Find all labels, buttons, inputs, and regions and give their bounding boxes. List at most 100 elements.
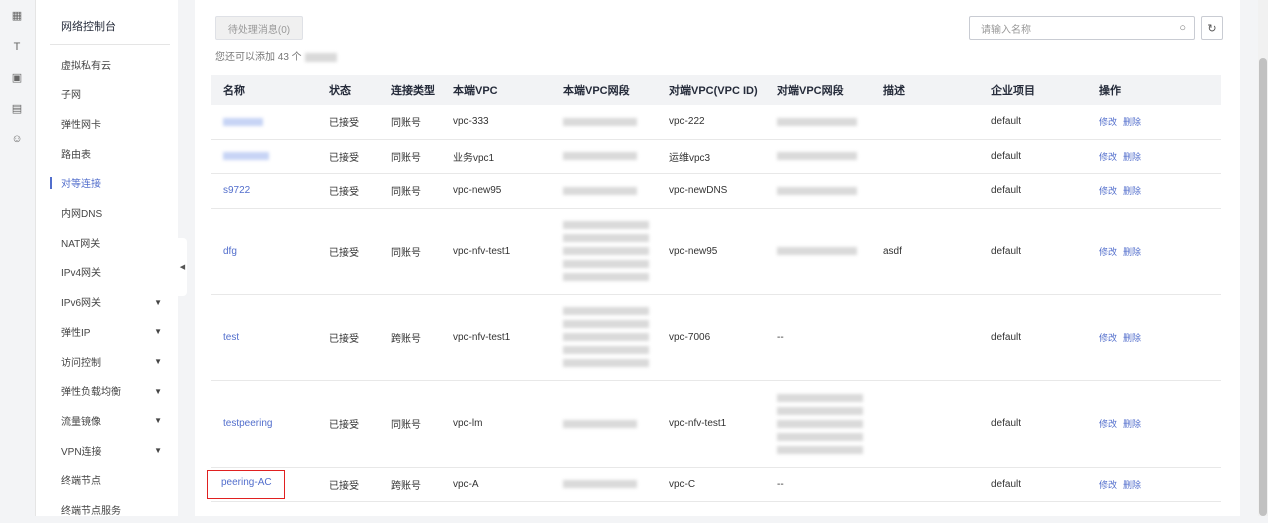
sidebar-item-label: 弹性网卡 — [61, 119, 101, 131]
sidebar-item[interactable]: 路由表 — [36, 140, 178, 166]
sidebar-item[interactable]: 弹性IP ▼ — [36, 318, 178, 344]
sidebar-item[interactable]: VPN连接 ▼ — [36, 437, 178, 463]
peering-name-link[interactable]: testpeering — [211, 380, 317, 468]
pending-messages-button[interactable]: 待处理消息(0) — [215, 16, 303, 40]
table-row: test 已接受 跨账号 vpc-nfv-test1 vpc-7006 -- default… — [211, 294, 1221, 381]
refresh-button[interactable]: ↻ — [1201, 16, 1223, 40]
peering-name-link[interactable]: peering-AC — [207, 467, 317, 502]
table-row: peering-AC 已接受 跨账号 vpc-A vpc-C -- default 修改 删除 — [207, 467, 1221, 502]
local-vpc-cell: vpc-new95 — [441, 173, 551, 209]
sidebar-item[interactable]: NAT网关 — [36, 229, 178, 255]
column-header: 状态 — [317, 75, 379, 105]
local-cidr-cell — [551, 105, 657, 140]
sidebar-item[interactable]: IPv6网关 ▼ — [36, 289, 178, 315]
sidebar-item[interactable]: 内网DNS — [36, 200, 178, 226]
table-row: 已接受 同账号 vpc-333 vpc-222 default 修改 删除 — [211, 105, 1221, 140]
description-cell — [871, 173, 979, 209]
sidebar-item[interactable]: 访问控制 ▼ — [36, 348, 178, 374]
modify-link[interactable]: 修改 — [1099, 333, 1117, 343]
column-header: 对端VPC(VPC ID) — [657, 75, 765, 105]
peer-vpc-cell: vpc-C — [657, 467, 765, 502]
sidebar-item-label: 路由表 — [61, 149, 91, 161]
redacted-block — [777, 117, 857, 126]
highlighted-name[interactable]: peering-AC — [207, 469, 285, 499]
delete-link[interactable]: 删除 — [1123, 333, 1141, 343]
search-icon[interactable]: ○ — [1179, 22, 1186, 34]
delete-link[interactable]: 删除 — [1123, 480, 1141, 490]
peering-name-link[interactable]: test — [211, 294, 317, 381]
picture-icon[interactable]: ▤ — [10, 101, 24, 115]
modify-link[interactable]: 修改 — [1099, 117, 1117, 127]
collapse-sidebar-button[interactable]: ◀ — [178, 238, 187, 296]
peering-name-link[interactable] — [211, 139, 317, 174]
sidebar-item[interactable]: 弹性网卡 — [36, 110, 178, 136]
local-vpc-cell: vpc-A — [441, 467, 551, 502]
local-vpc-cell: vpc-nfv-test1 — [441, 208, 551, 295]
peer-vpc-cell: vpc-nfv-test1 — [657, 380, 765, 468]
redacted-block — [563, 273, 649, 281]
sidebar-item-label: 弹性IP — [61, 327, 91, 339]
sidebar-item[interactable]: 流量镜像 ▼ — [36, 407, 178, 433]
redacted-block — [563, 307, 649, 315]
peering-name-link[interactable]: dfg — [211, 208, 317, 295]
sidebar-item-label: 弹性负载均衡 — [61, 387, 121, 399]
scrollbar[interactable] — [1258, 0, 1268, 516]
sidebar-item[interactable]: 终端节点服务 — [36, 497, 178, 523]
operations-cell: 修改 删除 — [1087, 105, 1221, 140]
search-input[interactable]: 请输入名称 ○ — [969, 16, 1195, 40]
redacted-block — [563, 234, 649, 242]
sidebar-item-label: 内网DNS — [61, 209, 103, 220]
chevron-down-icon: ▼ — [154, 416, 162, 426]
sidebar-item-label: 对等连接 — [61, 179, 101, 191]
sidebar-item[interactable]: 弹性负载均衡 ▼ — [36, 378, 178, 404]
sidebar-item[interactable]: 对等连接 — [36, 170, 178, 196]
status-cell: 已接受 — [317, 139, 379, 174]
redacted-block — [777, 419, 863, 428]
sidebar-item[interactable]: 虚拟私有云 — [36, 51, 178, 77]
enterprise-project-cell: default — [979, 208, 1087, 295]
delete-link[interactable]: 删除 — [1123, 186, 1141, 196]
connection-type-cell: 同账号 — [379, 139, 441, 174]
icon-rail: ▦ T ▣ ▤ ☺ — [0, 0, 36, 516]
peering-name-link[interactable] — [211, 105, 317, 140]
delete-link[interactable]: 删除 — [1123, 247, 1141, 257]
column-header: 名称 — [211, 75, 317, 105]
modify-link[interactable]: 修改 — [1099, 480, 1117, 490]
status-cell: 已接受 — [317, 208, 379, 295]
modify-link[interactable]: 修改 — [1099, 186, 1117, 196]
font-icon[interactable]: T — [10, 40, 24, 54]
redacted-block — [563, 117, 637, 126]
scrollbar-thumb[interactable] — [1259, 58, 1267, 516]
enterprise-project-cell: default — [979, 105, 1087, 140]
status-cell: 已接受 — [317, 380, 379, 468]
delete-link[interactable]: 删除 — [1123, 117, 1141, 127]
sidebar-item[interactable]: 子网 — [36, 81, 178, 107]
description-cell — [871, 139, 979, 174]
redacted-block — [223, 117, 263, 126]
grid-icon[interactable]: ▦ — [10, 8, 24, 22]
delete-link[interactable]: 删除 — [1123, 419, 1141, 429]
redacted-block — [563, 480, 637, 488]
quota-text: 您还可以添加 43 个 — [215, 48, 337, 63]
image-icon[interactable]: ▣ — [10, 70, 24, 84]
description-cell — [871, 467, 979, 502]
redacted-block — [304, 52, 337, 62]
modify-link[interactable]: 修改 — [1099, 419, 1117, 429]
smile-icon[interactable]: ☺ — [10, 132, 24, 146]
peer-vpc-cell: vpc-newDNS — [657, 173, 765, 209]
sidebar-item[interactable]: 终端节点 — [36, 467, 178, 493]
peer-cidr-cell — [765, 208, 871, 295]
local-cidr-cell — [551, 380, 657, 468]
peer-cidr-cell — [765, 139, 871, 174]
status-cell: 已接受 — [317, 467, 379, 502]
redacted-block — [777, 432, 863, 441]
peering-name-link[interactable]: s9722 — [211, 173, 317, 209]
modify-link[interactable]: 修改 — [1099, 247, 1117, 257]
peering-table: 名称 状态 连接类型 本端VPC 本端VPC网段 对端VPC(VPC ID) 对端VPC网段… — [207, 75, 1221, 502]
redacted-block — [777, 445, 863, 454]
status-cell: 已接受 — [317, 294, 379, 381]
connection-type-cell: 同账号 — [379, 208, 441, 295]
delete-link[interactable]: 删除 — [1123, 152, 1141, 162]
sidebar-item[interactable]: IPv4网关 — [36, 259, 178, 285]
modify-link[interactable]: 修改 — [1099, 152, 1117, 162]
